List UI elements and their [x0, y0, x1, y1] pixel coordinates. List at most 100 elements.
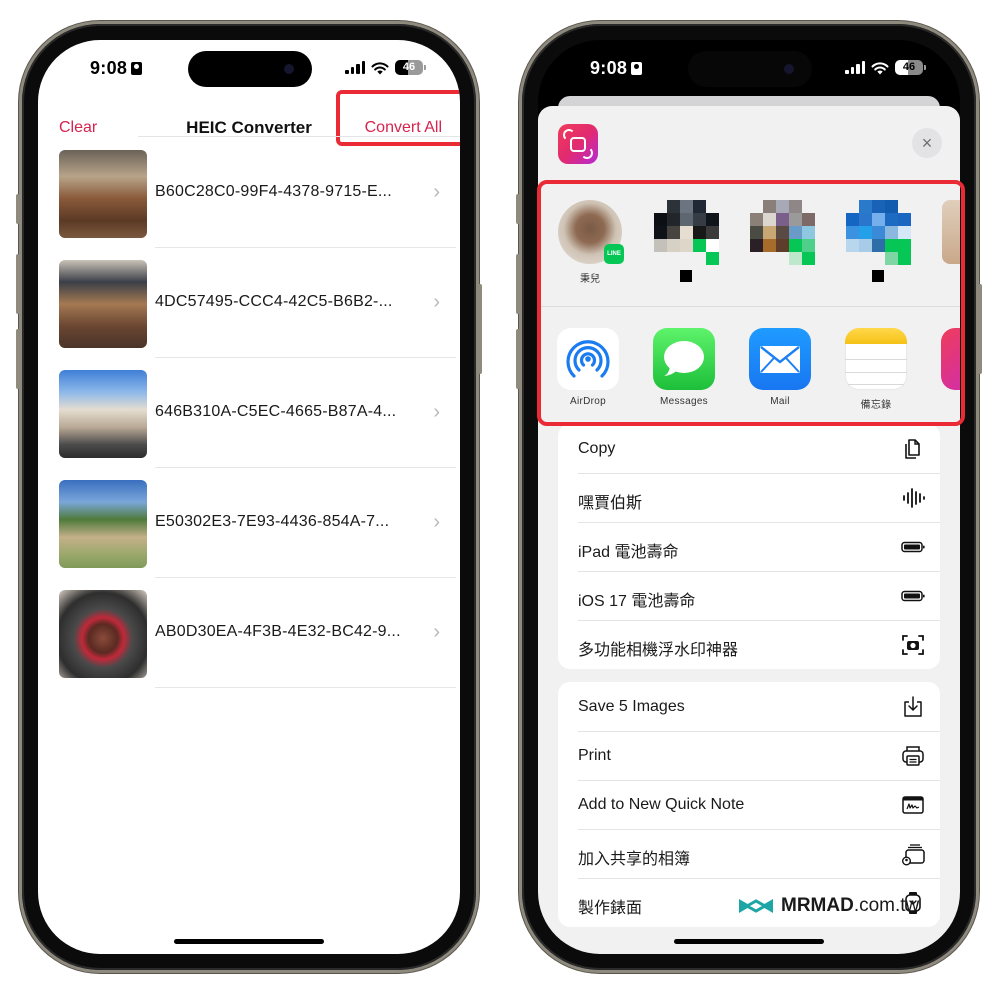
file-row[interactable]: 646B310A-C5EC-4665-B87A-4... ›: [38, 366, 460, 476]
action-print[interactable]: Print: [558, 731, 940, 780]
action-label: Save 5 Images: [578, 698, 685, 715]
action-label: 多功能相機浮水印神器: [578, 642, 739, 659]
time-label: 9:08: [590, 58, 628, 78]
chevron-right-icon: ›: [433, 291, 440, 313]
action-label: 加入共享的相簿: [578, 851, 691, 868]
shared-album-icon: [902, 844, 925, 866]
line-app-badge-icon: LINE: [604, 244, 624, 264]
avatar: [942, 200, 960, 264]
action-group-primary: Copy 嘿賈伯斯 iPad 電池壽命 iOS 17 電池壽命 多功能相機浮水印…: [558, 424, 940, 669]
save-download-icon: [904, 696, 922, 717]
file-name: 646B310A-C5EC-4665-B87A-4...: [155, 403, 397, 420]
battery-percent: 46: [402, 61, 416, 73]
watermark: MRMAD.com.tw: [737, 895, 919, 917]
camera-viewfinder-icon: [902, 635, 924, 655]
action-label: Copy: [578, 440, 616, 457]
chevron-right-icon: ›: [433, 401, 440, 423]
nav-divider: [138, 136, 460, 137]
person-suggestion[interactable]: M: [934, 200, 960, 281]
action-ipad-battery[interactable]: iPad 電池壽命: [558, 522, 940, 571]
share-app-messages[interactable]: Messages: [644, 328, 724, 407]
person-name: 秉兒: [580, 274, 600, 285]
app-label: 備忘錄: [860, 400, 892, 411]
action-label: 嘿賈伯斯: [578, 495, 643, 512]
row-divider: [155, 357, 456, 358]
person-suggestion[interactable]: [646, 200, 726, 282]
notes-icon: [845, 328, 907, 390]
person-suggestion[interactable]: [838, 200, 918, 282]
row-divider: [155, 577, 456, 578]
battery-percent: 46: [902, 61, 916, 73]
action-label: Add to New Quick Note: [578, 796, 745, 813]
person-name-redacted: [680, 270, 692, 282]
section-divider: [538, 306, 960, 307]
row-divider: [155, 687, 456, 688]
chevron-right-icon: ›: [433, 181, 440, 203]
watermark-suffix: .com.tw: [853, 895, 920, 916]
share-app-mail[interactable]: Mail: [740, 328, 820, 407]
file-name: E50302E3-7E93-4436-854A-7...: [155, 513, 390, 530]
waveform-icon: [903, 488, 925, 508]
status-bar: 9:08 46: [38, 40, 460, 96]
focus-mode-icon: [131, 62, 143, 75]
file-thumbnail: [59, 370, 147, 458]
phone-left: 9:08 46 Clear HEIC Converter Convert All…: [16, 24, 482, 970]
action-label: Print: [578, 747, 611, 764]
person-suggestion[interactable]: LINE 秉兒: [550, 200, 630, 285]
focus-mode-icon: [631, 62, 643, 75]
battery-tip: [924, 65, 926, 70]
phone-right: 9:08 46 × LINE 秉兒 AirDrop Messages Mail …: [516, 24, 982, 970]
share-app-airdrop[interactable]: AirDrop: [548, 328, 628, 407]
share-apps-row[interactable]: AirDrop Messages Mail 備忘錄: [538, 316, 960, 416]
action-shared-album[interactable]: 加入共享的相簿: [558, 829, 940, 878]
person-name: M: [934, 270, 960, 281]
volume-up-button: [16, 254, 20, 314]
share-app-notes[interactable]: 備忘錄: [836, 328, 916, 411]
watermark-brand: MRMAD: [781, 895, 854, 916]
camera-icon: [784, 64, 794, 74]
close-button[interactable]: ×: [912, 128, 942, 158]
quick-note-icon: [902, 796, 924, 814]
status-time: 9:08: [590, 58, 643, 79]
avatar: LINE: [558, 200, 624, 264]
volume-down-button: [16, 329, 20, 389]
action-label: iPad 電池壽命: [578, 544, 679, 561]
action-label: iOS 17 電池壽命: [578, 593, 696, 610]
action-ios17-battery[interactable]: iOS 17 電池壽命: [558, 571, 940, 620]
file-row[interactable]: 4DC57495-CCC4-42C5-B6B2-... ›: [38, 256, 460, 366]
airdrop-icon: [557, 328, 619, 390]
battery-indicator: 46: [895, 60, 923, 75]
action-camera-watermark[interactable]: 多功能相機浮水印神器: [558, 620, 940, 669]
file-row[interactable]: AB0D30EA-4F3B-4E32-BC42-9... ›: [38, 586, 460, 696]
dynamic-island: [188, 51, 312, 87]
row-divider: [155, 467, 456, 468]
messages-icon: [653, 328, 715, 390]
action-copy[interactable]: Copy: [558, 424, 940, 473]
action-button: [516, 194, 520, 224]
convert-all-button[interactable]: Convert All: [365, 119, 442, 137]
file-name: 4DC57495-CCC4-42C5-B6B2-...: [155, 293, 393, 310]
action-quick-note[interactable]: Add to New Quick Note: [558, 780, 940, 829]
avatar-pixelated: [750, 200, 815, 265]
status-time: 9:08: [90, 58, 143, 79]
file-thumbnail: [59, 150, 147, 238]
app-label: AirDrop: [570, 396, 606, 407]
row-divider: [155, 247, 456, 248]
person-suggestion[interactable]: [742, 200, 822, 265]
avatar-pixelated: [654, 200, 719, 265]
people-suggestions-row[interactable]: LINE 秉兒: [538, 186, 960, 306]
mail-icon: [749, 328, 811, 390]
action-hey-jobs[interactable]: 嘿賈伯斯: [558, 473, 940, 522]
action-save-images[interactable]: Save 5 Images: [558, 682, 940, 731]
wifi-icon: [871, 61, 889, 74]
file-thumbnail: [59, 590, 147, 678]
power-button: [478, 284, 482, 374]
volume-down-button: [516, 329, 520, 389]
home-indicator[interactable]: [674, 939, 824, 944]
file-row[interactable]: E50302E3-7E93-4436-854A-7... ›: [38, 476, 460, 586]
share-app-heic-converter[interactable]: HEI: [932, 328, 960, 407]
home-indicator[interactable]: [174, 939, 324, 944]
wifi-icon: [371, 61, 389, 74]
file-row[interactable]: B60C28C0-99F4-4378-9715-E... ›: [38, 146, 460, 256]
cellular-signal-icon: [345, 61, 365, 74]
